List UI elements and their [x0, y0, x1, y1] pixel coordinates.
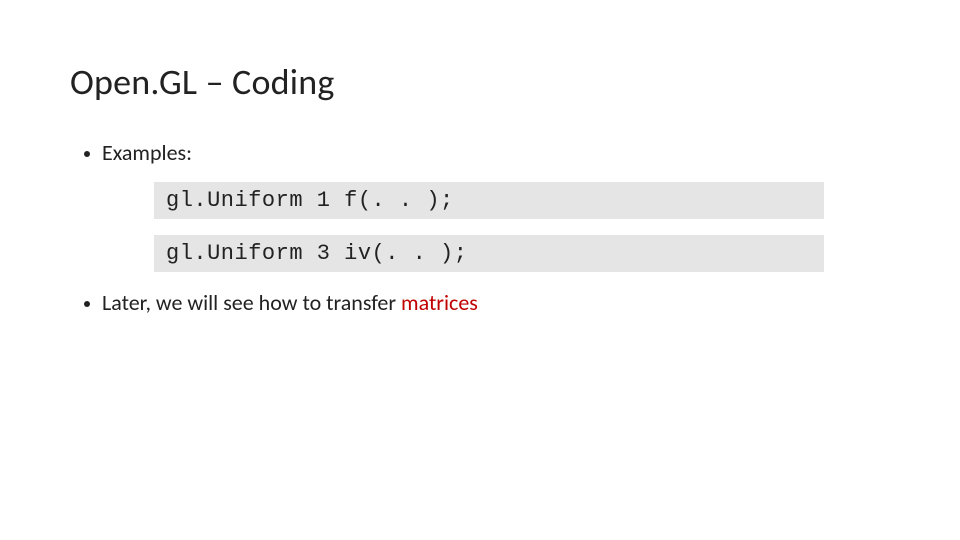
bullet-later-prefix: Later, we will see how to transfer [102, 289, 401, 316]
slide: Open.GL – Coding Examples: gl.Uniform 1 … [0, 0, 960, 540]
code-block-1: gl.Uniform 1 f(. . ); [154, 182, 824, 219]
bullet-examples: Examples: [84, 138, 890, 168]
bullet-dot-icon [84, 151, 90, 157]
bullet-examples-text: Examples: [102, 138, 192, 168]
bullet-later-text: Later, we will see how to transfer matri… [102, 288, 478, 318]
bullet-later-accent: matrices [401, 289, 478, 316]
slide-title: Open.GL – Coding [70, 60, 890, 104]
bullet-dot-icon [84, 301, 90, 307]
bullet-later: Later, we will see how to transfer matri… [84, 288, 890, 318]
code-block-2: gl.Uniform 3 iv(. . ); [154, 235, 824, 272]
